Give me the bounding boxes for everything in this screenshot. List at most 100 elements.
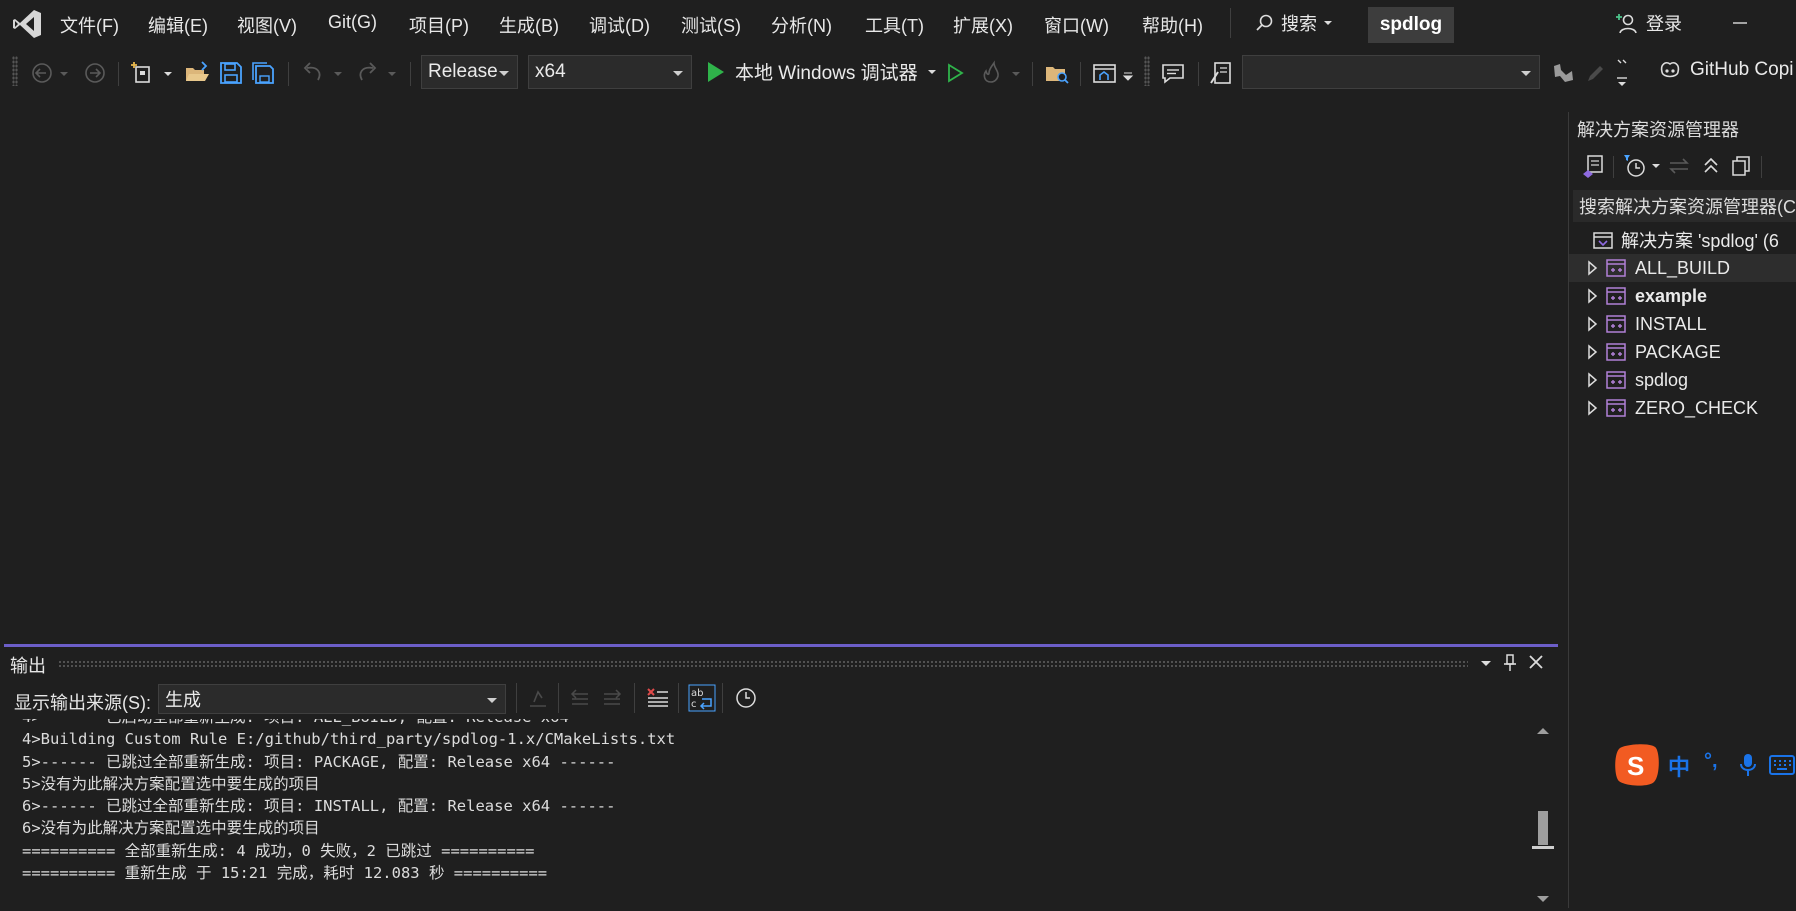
svg-text:ab: ab	[691, 688, 703, 699]
expand-arrow-icon[interactable]	[1581, 256, 1605, 280]
sogou-ime-logo[interactable]: S	[1612, 742, 1662, 788]
project-node[interactable]: ZERO_CHECK	[1569, 394, 1796, 422]
edit-button[interactable]	[1580, 58, 1610, 88]
pencil-icon	[1588, 66, 1603, 81]
github-copilot-button[interactable]: GitHub Copi	[1658, 58, 1794, 82]
scroll-down-icon	[1537, 896, 1549, 902]
expand-arrow-icon[interactable]	[1581, 396, 1605, 420]
find-message-in-code-button[interactable]	[524, 684, 552, 712]
next-message-button[interactable]	[598, 684, 626, 712]
scroll-thumb[interactable]	[1538, 811, 1548, 845]
menu-divider	[1230, 8, 1231, 38]
solution-platform-dropdown[interactable]: x64	[528, 55, 692, 89]
menu-window[interactable]: 窗口(W)	[1044, 12, 1109, 38]
redo-button[interactable]	[352, 58, 382, 88]
project-node[interactable]: spdlog	[1569, 366, 1796, 394]
find-in-files-button[interactable]	[1206, 58, 1236, 88]
undo-dropdown[interactable]	[332, 58, 344, 88]
show-all-files-button[interactable]	[1727, 152, 1755, 180]
project-node[interactable]: PACKAGE	[1569, 338, 1796, 366]
login-button[interactable]: 登录	[1616, 10, 1682, 36]
toggle-word-wrap-button[interactable]: ab c	[688, 684, 716, 712]
menu-view[interactable]: 视图(V)	[237, 12, 297, 38]
start-without-debugging-button[interactable]	[940, 58, 970, 88]
output-text-area[interactable]: 4>------ 已启动全部重新生成: 项目: ALL_BUILD, 配置: R…	[4, 719, 1524, 911]
close-panel-button[interactable]	[1526, 652, 1546, 672]
sync-with-active-document-button[interactable]	[1665, 152, 1693, 180]
new-project-button[interactable]	[128, 58, 158, 88]
copilot-icon	[1660, 62, 1680, 78]
output-scrollbar[interactable]	[1530, 719, 1556, 911]
redo-dropdown[interactable]	[386, 58, 398, 88]
output-log-line: 4>Building Custom Rule E:/github/third_p…	[22, 730, 676, 749]
editor-area	[0, 96, 1562, 640]
diagnostic-tools-button[interactable]	[1548, 58, 1578, 88]
pin-panel-button[interactable]	[1500, 652, 1520, 674]
project-node[interactable]: example	[1569, 282, 1796, 310]
navigate-back-dropdown[interactable]	[58, 58, 70, 88]
project-node[interactable]: INSTALL	[1569, 310, 1796, 338]
expand-arrow-icon[interactable]	[1581, 284, 1605, 308]
toolbar-options-dropdown[interactable]	[1614, 58, 1630, 88]
output-source-dropdown[interactable]: 生成	[158, 684, 506, 714]
switch-view-button[interactable]	[1090, 58, 1120, 88]
menu-build[interactable]: 生成(B)	[499, 12, 559, 38]
ime-voice-button[interactable]	[1738, 752, 1758, 778]
collapse-all-button[interactable]	[1697, 152, 1725, 180]
menu-project[interactable]: 项目(P)	[409, 12, 469, 38]
menu-extensions[interactable]: 扩展(X)	[953, 12, 1013, 38]
show-timestamps-button[interactable]	[732, 684, 760, 712]
menu-help[interactable]: 帮助(H)	[1142, 12, 1203, 38]
menu-git[interactable]: Git(G)	[328, 12, 377, 33]
chevron-down-icon	[499, 71, 509, 76]
panel-options-button[interactable]	[1476, 653, 1496, 673]
ime-chinese-mode-toggle[interactable]: 中	[1668, 750, 1690, 782]
clear-all-button[interactable]	[644, 684, 672, 712]
navigate-back-button[interactable]	[28, 58, 58, 88]
menu-test[interactable]: 测试(S)	[681, 12, 741, 38]
switch-views-button[interactable]	[1579, 152, 1607, 180]
start-debugging-button[interactable]: 本地 Windows 调试器	[705, 58, 938, 85]
save-all-icon	[252, 62, 274, 84]
toolbar-grip[interactable]	[12, 56, 18, 86]
navigate-forward-button[interactable]	[80, 58, 110, 88]
solution-configuration-dropdown[interactable]: Release	[421, 55, 518, 89]
expand-arrow-icon[interactable]	[1581, 368, 1605, 392]
close-icon	[1529, 655, 1543, 669]
ime-punctuation-toggle[interactable]: °,	[1704, 750, 1718, 773]
find-in-files-icon	[1210, 62, 1231, 84]
menu-tools[interactable]: 工具(T)	[865, 12, 924, 38]
search-button[interactable]: 搜索	[1255, 8, 1333, 38]
save-all-button[interactable]	[248, 58, 278, 88]
toolbar-overflow-dropdown[interactable]	[1122, 58, 1134, 88]
menu-debug[interactable]: 调试(D)	[589, 12, 650, 38]
hot-reload-button[interactable]	[976, 58, 1006, 88]
solution-explorer-search-input[interactable]: 搜索解决方案资源管理器(C	[1573, 190, 1796, 222]
copilot-label: GitHub Copi	[1690, 59, 1794, 80]
browse-folder-button[interactable]	[1042, 58, 1072, 88]
pending-changes-filter-button[interactable]	[1621, 152, 1649, 180]
previous-message-button[interactable]	[566, 684, 594, 712]
menu-file[interactable]: 文件(F)	[60, 12, 119, 38]
open-file-button[interactable]	[182, 58, 212, 88]
startup-item-dropdown[interactable]	[1242, 55, 1540, 89]
comment-button[interactable]	[1158, 58, 1188, 88]
save-button[interactable]	[216, 58, 246, 88]
undo-button[interactable]	[298, 58, 328, 88]
new-project-dropdown[interactable]	[162, 58, 174, 88]
menu-edit[interactable]: 编辑(E)	[148, 12, 208, 38]
configuration-value: Release	[428, 61, 498, 82]
title-menu-bar: 文件(F) 编辑(E) 视图(V) Git(G) 项目(P) 生成(B) 调试(…	[0, 0, 1796, 50]
hot-reload-dropdown[interactable]	[1010, 58, 1022, 88]
visual-studio-logo-icon[interactable]	[10, 7, 44, 41]
expand-arrow-icon[interactable]	[1581, 340, 1605, 364]
solution-root-node[interactable]: 解决方案 'spdlog' (6	[1569, 226, 1796, 254]
minimize-button[interactable]	[1725, 8, 1755, 38]
toolbar-grip[interactable]	[1144, 56, 1150, 86]
project-node[interactable]: ALL_BUILD	[1569, 254, 1796, 282]
pending-changes-filter-dropdown[interactable]	[1651, 152, 1661, 180]
ime-soft-keyboard-button[interactable]	[1768, 752, 1796, 778]
panel-drag-grip[interactable]	[58, 660, 1468, 668]
menu-analyze[interactable]: 分析(N)	[771, 12, 832, 38]
expand-arrow-icon[interactable]	[1581, 312, 1605, 336]
